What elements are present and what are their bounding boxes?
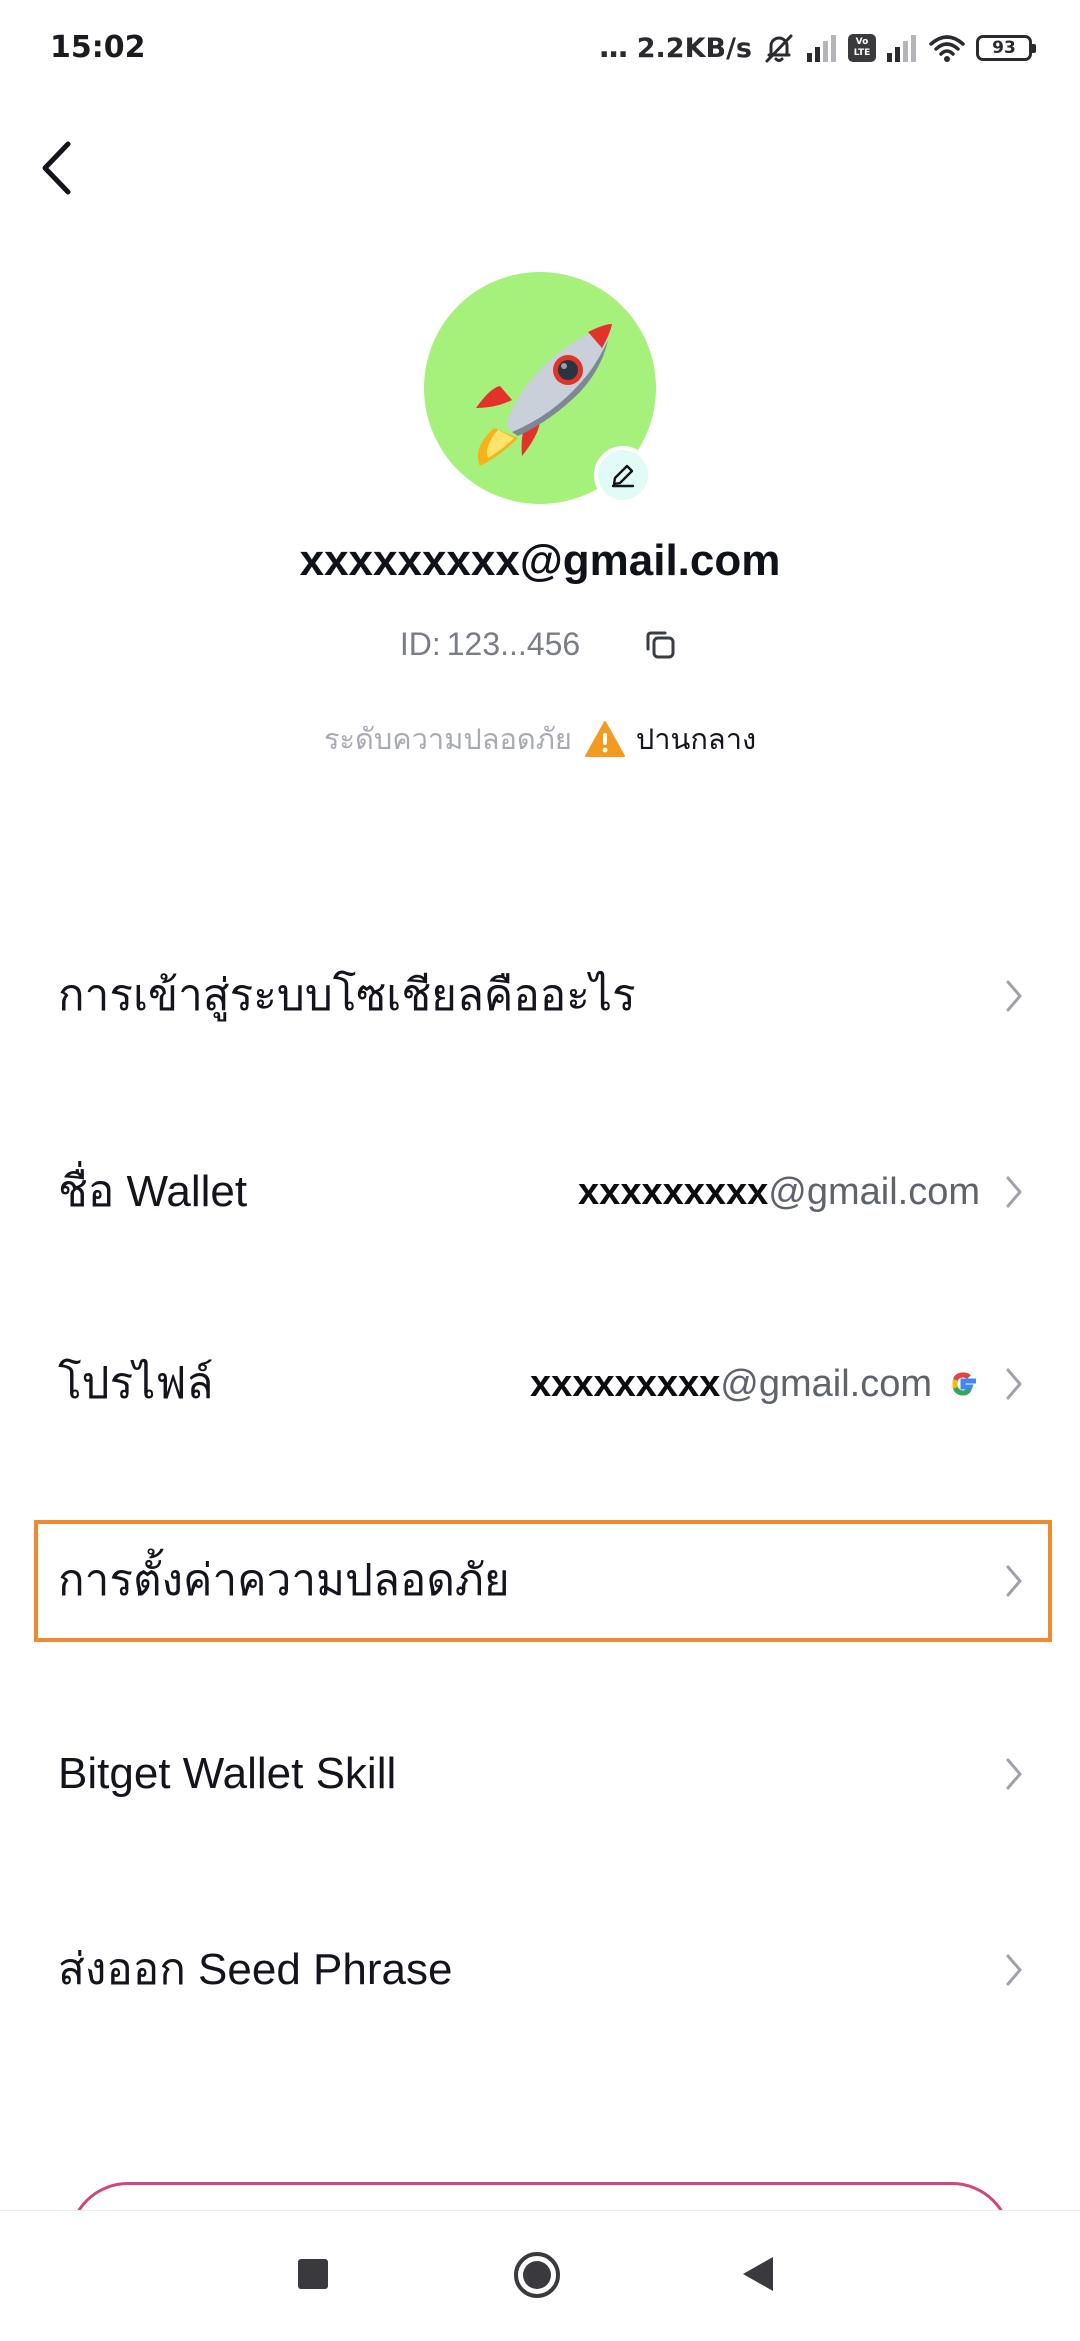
signal-icon <box>886 33 918 63</box>
menu-item-label: ส่งออก Seed Phrase <box>58 1945 453 1994</box>
volte-bottom: LTE <box>853 48 871 58</box>
profile-local: xxxxxxxxx <box>530 1362 721 1405</box>
chevron-right-icon <box>1006 980 1022 1012</box>
status-time: 15:02 <box>50 30 146 65</box>
back-button[interactable] <box>28 136 84 200</box>
rocket-icon <box>476 324 612 466</box>
volte-icon: Vo LTE <box>848 34 876 62</box>
security-level-row[interactable]: ระดับความปลอดภัย ปานกลาง <box>0 716 1080 762</box>
network-speed: 2.2KB/s <box>636 32 752 64</box>
menu-item-security-settings[interactable]: การตั้งค่าความปลอดภัย <box>34 1520 1052 1642</box>
menu-item-label: โปรไฟล์ <box>58 1359 214 1408</box>
home-icon[interactable] <box>513 2251 561 2299</box>
chevron-right-icon <box>1006 1565 1022 1597</box>
pencil-icon <box>611 464 635 488</box>
google-icon <box>946 1367 980 1401</box>
chevron-right-icon <box>1006 1176 1022 1208</box>
copy-icon <box>646 631 675 659</box>
id-value: 123...456 <box>446 625 581 662</box>
menu-item-label: การเข้าสู่ระบบโซเชียลคืออะไร <box>58 971 636 1020</box>
wallet-name-domain: @gmail.com <box>768 1170 980 1213</box>
status-indicators: ... 2.2KB/s Vo LTE 93 <box>598 26 1036 70</box>
status-dots: ... <box>598 30 629 65</box>
status-bar: 15:02 ... 2.2KB/s Vo LTE 93 <box>0 0 1080 96</box>
menu-item-profile[interactable]: โปรไฟล์ xxxxxxxxx @gmail.com <box>34 1326 1052 1442</box>
wallet-id-row: ID: 123...456 <box>0 624 1080 664</box>
menu-item-bitget-wallet-skill[interactable]: Bitget Wallet Skill <box>34 1716 1052 1832</box>
menu-item-label: การตั้งค่าความปลอดภัย <box>58 1556 510 1605</box>
bell-muted-icon <box>762 31 796 65</box>
battery-level: 93 <box>992 38 1016 58</box>
security-label: ระดับความปลอดภัย <box>323 722 572 756</box>
volte-top: Vo <box>855 37 869 47</box>
menu-item-export-seed-phrase[interactable]: ส่งออก Seed Phrase <box>34 1912 1052 2028</box>
menu-item-social-login-info[interactable]: การเข้าสู่ระบบโซเชียลคืออะไร <box>34 938 1052 1054</box>
signal-icon <box>806 33 838 63</box>
chevron-left-icon <box>42 141 71 195</box>
recent-apps-icon[interactable] <box>298 2259 328 2289</box>
wallet-name-local: xxxxxxxxx <box>578 1170 769 1213</box>
wifi-icon <box>928 33 966 63</box>
profile-domain: @gmail.com <box>720 1362 932 1405</box>
back-triangle-icon[interactable] <box>741 2255 775 2293</box>
profile-value: xxxxxxxxx @gmail.com <box>530 1326 980 1442</box>
menu-item-label: Bitget Wallet Skill <box>58 1749 397 1798</box>
chevron-right-icon <box>1006 1368 1022 1400</box>
menu-item-wallet-name[interactable]: ชื่อ Wallet xxxxxxxxx @gmail.com <box>34 1134 1052 1250</box>
copy-id-button[interactable] <box>640 624 680 664</box>
menu-item-label: ชื่อ Wallet <box>58 1167 248 1216</box>
edit-avatar-button[interactable] <box>594 446 652 504</box>
wallet-name-value: xxxxxxxxx @gmail.com <box>578 1134 980 1250</box>
id-label: ID: <box>399 625 441 662</box>
system-nav-bar <box>0 2210 1080 2341</box>
battery-icon: 93 <box>976 35 1036 61</box>
profile-email: xxxxxxxxx@gmail.com <box>299 536 781 585</box>
security-level-value: ปานกลาง <box>635 722 757 756</box>
warning-icon <box>584 720 626 758</box>
chevron-right-icon <box>1006 1954 1022 1986</box>
chevron-right-icon <box>1006 1758 1022 1790</box>
